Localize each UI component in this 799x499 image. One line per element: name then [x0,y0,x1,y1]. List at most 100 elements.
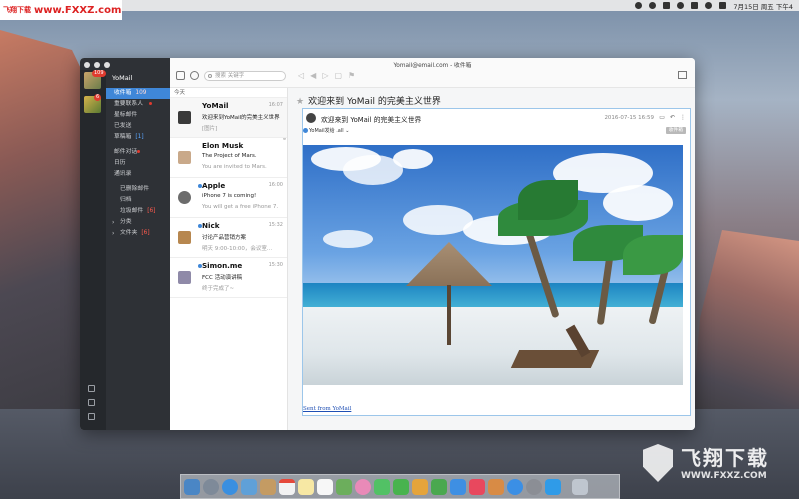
mail-app-icon[interactable] [241,478,257,495]
filter-icon[interactable] [88,413,95,420]
minimize-window-button[interactable] [94,62,100,68]
reminders-icon[interactable] [317,478,333,495]
folder-drafts[interactable]: 草稿箱 [1] [106,132,170,143]
folder-tag: 收件箱 [665,127,686,134]
mail-icon[interactable] [678,71,687,79]
sender-avatar [178,271,191,284]
site-watermark-top: 飞翔下载 www.FXXZ.com [0,0,122,20]
itunes-icon[interactable] [469,478,485,495]
maps-icon[interactable] [336,478,352,495]
facetime-icon[interactable] [393,478,409,495]
folder-archive[interactable]: 归档 [106,195,170,206]
list-item[interactable]: Simon.me 15:30 FCC 活动演讲稿 终于完成了~ [170,258,287,298]
mail-preview: You will get a free iPhone 7. [202,204,279,210]
mail-subject: iPhone 7 is coming! [202,193,257,199]
mail-time: 16:07 [268,102,283,108]
list-item[interactable]: YoMail 16:07 欢迎来到YoMail的完美主义世界 [图片] [170,98,287,138]
list-item[interactable]: Nick 15:32 讨论产品营销方案 明天 9:00-10:00，会议室... [170,218,287,258]
reply-icon[interactable]: ↶ [670,114,675,121]
yomail-dock-icon[interactable] [545,478,561,495]
refresh-icon[interactable] [190,71,199,80]
wifi-icon[interactable] [705,2,713,9]
yomail-window: 109 6 YoMail 收件箱 109 重要联系人 星标邮件 已发送 草稿箱 [1… [80,58,695,430]
folder-sent[interactable]: 已发送 [106,121,170,132]
account-column: 109 6 [80,70,106,430]
folder-label: 文件夹 [120,230,138,236]
forward-icon[interactable]: ▷ [322,71,328,80]
photos-icon[interactable] [355,478,371,495]
account-name: YoMail [112,74,133,82]
status-icon-1[interactable] [635,2,643,9]
clipboard-icon[interactable] [88,399,95,406]
sender-avatar [306,113,316,123]
compose-icon[interactable] [176,71,185,80]
list-item[interactable]: Apple 16:00 iPhone 7 is coming! You will… [170,178,287,218]
keynote-icon[interactable] [450,478,466,495]
folder-label: 归档 [120,197,132,203]
message-title: ★ 欢迎来到 YoMail 的完美主义世界 [296,94,441,107]
folder-label: 日历 [114,160,126,166]
search-icon [208,74,212,78]
ibooks-icon[interactable] [488,478,504,495]
folder-calendar[interactable]: 日历 [106,158,170,169]
folder-count: [6] [147,208,156,214]
folder-label: 收件箱 [114,90,132,96]
watermark-logo-icon [643,444,673,482]
message-title-text: 欢迎来到 YoMail 的完美主义世界 [308,97,441,107]
star-icon[interactable]: ★ [296,97,304,107]
folder-count: [6] [141,230,150,236]
search-input[interactable]: 搜索 关键字 [204,71,286,81]
safari-icon[interactable] [222,478,238,495]
mail-preview: You are invited to Mars. [202,164,267,170]
mail-subject: 讨论产品营销方案 [202,235,247,241]
chevron-down-icon[interactable]: ⌄ [344,128,349,134]
app-store-icon[interactable] [507,478,523,495]
trash-icon[interactable] [572,478,588,495]
dock [180,474,620,499]
zoom-window-button[interactable] [104,62,110,68]
status-icon-2[interactable] [649,2,657,9]
close-window-button[interactable] [84,62,90,68]
status-icon-3[interactable] [663,2,671,9]
folder-conversations[interactable]: 邮件对话 [106,147,170,158]
list-item[interactable]: Elon Musk The Project of Mars. You are i… [170,138,287,178]
status-icon-4[interactable] [677,2,685,9]
window-controls [84,62,110,68]
contacts-icon[interactable] [260,478,276,495]
finder-icon[interactable] [184,478,200,495]
folder-label: 星标邮件 [114,112,138,118]
system-preferences-icon[interactable] [526,478,542,495]
folder-label: 重要联系人 [114,101,143,107]
folder-label: 已删除邮件 [120,186,149,192]
reply-all-icon[interactable]: ◀ [310,71,316,80]
calendar-icon[interactable] [279,478,295,495]
folder-spam[interactable]: 垃圾邮件 [6] [106,206,170,217]
flag-icon[interactable]: ⚑ [348,71,355,80]
delete-icon[interactable]: ▢ [334,71,342,80]
folder-starred[interactable]: 星标邮件 [106,110,170,121]
sender-avatar [178,111,191,124]
battery-icon[interactable] [719,2,727,9]
reply-icon[interactable]: ◁ [298,71,304,80]
folder-deleted[interactable]: 已删除邮件 [106,184,170,195]
numbers-icon[interactable] [431,478,447,495]
pages-icon[interactable] [412,478,428,495]
notes-icon[interactable] [298,478,314,495]
folder-important[interactable]: 重要联系人 [106,99,170,110]
apple-logo-icon [178,191,191,204]
site-watermark-bottom: 飞翔下载 WWW.FXXZ.COM [643,440,791,492]
folder-contacts[interactable]: 通讯录 [106,169,170,180]
menubar-datetime[interactable]: 7月15日 周五 下午4 [733,1,793,11]
more-icon[interactable]: ⋮ [680,114,686,121]
settings-icon[interactable] [88,385,95,392]
unread-dot [149,102,152,105]
folder-categories[interactable]: › 分类 [106,217,170,228]
launchpad-icon[interactable] [203,478,219,495]
folder-folders[interactable]: › 文件夹 [6] [106,228,170,239]
status-icon-5[interactable] [691,2,699,9]
comment-icon[interactable]: ▭ [659,114,665,121]
messages-icon[interactable] [374,478,390,495]
signature-link[interactable]: Sent from YoMail [303,406,351,412]
folder-inbox[interactable]: 收件箱 109 [106,88,170,99]
folder-label: 已发送 [114,123,132,129]
